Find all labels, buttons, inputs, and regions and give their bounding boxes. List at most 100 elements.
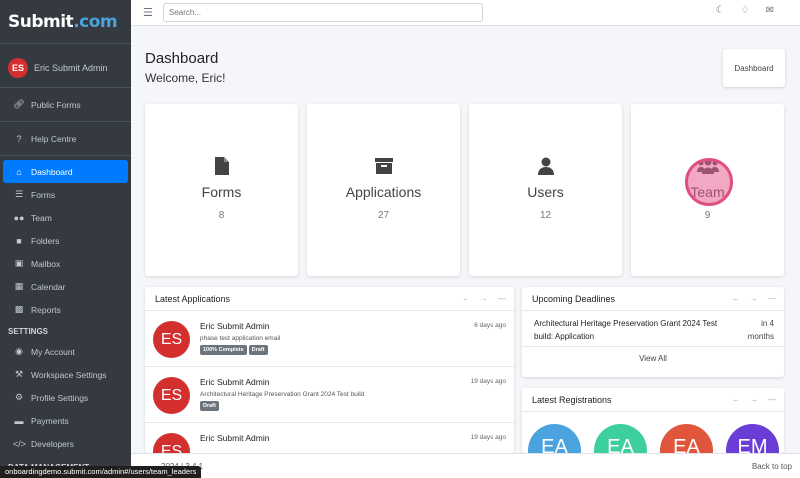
sidebar-item-label: Developers: [31, 438, 74, 449]
calendar-icon: ▦: [14, 281, 24, 291]
code-icon: </>: [13, 438, 27, 449]
sidebar-item-label: Mailbox: [31, 258, 61, 269]
footer: 2024 | 3.4.1 Back to top: [131, 453, 800, 478]
brand-logo[interactable]: Submit.com: [0, 0, 131, 44]
list-item[interactable]: ES Eric Submit Admin phase test applicat…: [145, 311, 514, 367]
archive-icon: [307, 154, 460, 178]
status-badge: Draft: [248, 345, 268, 355]
minus-icon[interactable]: —: [768, 395, 776, 404]
stat-label: Forms: [201, 184, 242, 200]
sidebar-item-public-forms[interactable]: 🔗︎ Public Forms: [3, 93, 128, 116]
user-panel[interactable]: ES Eric Submit Admin: [0, 48, 131, 88]
badges: Draft: [200, 401, 219, 411]
main-content: Dashboard Welcome, Eric! Dashboard Forms…: [131, 27, 800, 453]
sidebar: Submit.com ES Eric Submit Admin 🔗︎ Public…: [0, 0, 131, 478]
stat-card-applications[interactable]: Applications 27: [307, 104, 460, 276]
sidebar-item-label: Help Centre: [31, 133, 77, 144]
avatar: ES: [153, 321, 190, 358]
sidebar-item-label: Calendar: [31, 281, 66, 292]
sidebar-item-payments[interactable]: ▬ Payments: [3, 409, 128, 432]
avatar: ES: [8, 57, 28, 78]
avatar[interactable]: EA: [528, 424, 581, 453]
stat-value: 27: [377, 210, 390, 221]
sidebar-item-label: Public Forms: [31, 99, 81, 110]
minus-icon[interactable]: —: [498, 294, 506, 303]
card-tools: ← → —: [732, 294, 776, 303]
badges: 100% Complete Draft: [200, 345, 268, 355]
arrow-right-icon[interactable]: →: [480, 294, 488, 303]
sidebar-item-forms[interactable]: ☰ Forms: [3, 183, 128, 206]
avatar[interactable]: EM: [726, 424, 779, 453]
moon-icon[interactable]: ☾: [716, 5, 725, 16]
sidebar-item-profile-settings[interactable]: ⚙ Profile Settings: [3, 386, 128, 409]
card-tools: ← → —: [732, 395, 776, 404]
card-title: Latest Applications: [155, 293, 231, 304]
bell-icon[interactable]: ♢: [741, 5, 750, 16]
application-desc: phase test application email: [200, 335, 281, 342]
status-bar-url: onboardingdemo.submit.com/admin#/users/t…: [0, 466, 202, 478]
card-title: Upcoming Deadlines: [532, 293, 616, 304]
sidebar-item-folders[interactable]: ■ Folders: [3, 229, 128, 252]
home-icon: ⌂: [16, 166, 22, 177]
list-item[interactable]: ES Eric Submit Admin Architectural Herit…: [145, 367, 514, 423]
stat-value: 12: [539, 210, 552, 221]
sidebar-item-calendar[interactable]: ▦ Calendar: [3, 275, 128, 298]
card-tools: ← → —: [462, 294, 506, 303]
chart-icon: ▩: [14, 304, 24, 314]
stat-card-forms[interactable]: Forms 8: [145, 104, 298, 276]
search-input[interactable]: [163, 3, 483, 22]
avatar[interactable]: EA: [594, 424, 647, 453]
applicant-name: Eric Submit Admin: [200, 321, 270, 331]
registration-avatars: EA EA EA EM: [522, 412, 784, 453]
arrow-left-icon[interactable]: ←: [732, 395, 740, 404]
sidebar-help: ? Help Centre: [0, 122, 131, 156]
minus-icon[interactable]: —: [768, 294, 776, 303]
brand-name: Submit: [8, 11, 74, 32]
status-badge: 100% Complete: [200, 345, 247, 355]
sidebar-settings-nav: ◉ My Account ⚒ Workspace Settings ⚙ Profile…: [0, 340, 131, 455]
applicant-name: Eric Submit Admin: [200, 377, 270, 387]
view-all-link[interactable]: View All: [522, 347, 784, 369]
list-item[interactable]: ES Eric Submit Admin 19 days ago: [145, 423, 514, 453]
avatar: ES: [153, 377, 190, 414]
card-header: Latest Registrations ← → —: [522, 388, 784, 412]
gear-icon: ⚙: [14, 392, 24, 402]
sidebar-item-mailbox[interactable]: ▣ Mailbox: [3, 252, 128, 275]
welcome-text: Welcome, Eric!: [145, 71, 226, 85]
avatar[interactable]: EA: [660, 424, 713, 453]
menu-toggle-icon[interactable]: ☰: [143, 6, 155, 19]
list-item[interactable]: Architectural Heritage Preservation Gran…: [522, 311, 784, 347]
sidebar-item-workspace-settings[interactable]: ⚒ Workspace Settings: [3, 363, 128, 386]
stat-card-users[interactable]: Users 12: [469, 104, 622, 276]
deadline-when: in 4 months: [747, 319, 774, 341]
arrow-left-icon[interactable]: ←: [732, 294, 740, 303]
sidebar-top-links: 🔗︎ Public Forms: [0, 88, 131, 122]
arrow-left-icon[interactable]: ←: [462, 294, 470, 303]
file-icon: [145, 154, 298, 178]
inbox-icon: ▣: [14, 258, 24, 268]
sidebar-item-label: Folders: [31, 235, 60, 246]
back-to-top-link[interactable]: Back to top: [752, 462, 792, 471]
breadcrumb[interactable]: Dashboard: [723, 49, 785, 87]
sidebar-item-my-account[interactable]: ◉ My Account: [3, 340, 128, 363]
arrow-right-icon[interactable]: →: [750, 294, 758, 303]
avatar: ES: [153, 433, 190, 453]
sidebar-item-team[interactable]: ●● Team: [3, 206, 128, 229]
sidebar-item-label: Reports: [31, 304, 61, 315]
arrow-right-icon[interactable]: →: [750, 395, 758, 404]
sidebar-item-developers[interactable]: </> Developers: [3, 432, 128, 455]
sidebar-item-reports[interactable]: ▩ Reports: [3, 298, 128, 321]
sidebar-item-dashboard[interactable]: ⌂ Dashboard: [3, 160, 128, 183]
sidebar-item-help-centre[interactable]: ? Help Centre: [3, 127, 128, 150]
top-icons: ☾ ♢ ✉: [716, 5, 774, 16]
sidebar-item-label: Forms: [31, 189, 56, 200]
stat-value: 9: [704, 210, 711, 221]
card-header: Upcoming Deadlines ← → —: [522, 287, 784, 311]
settings-header: SETTINGS: [8, 327, 49, 336]
comments-icon[interactable]: ✉: [766, 5, 774, 16]
sidebar-item-label: Workspace Settings: [31, 369, 107, 380]
status-badge: Draft: [200, 401, 219, 411]
applicant-name: Eric Submit Admin: [200, 433, 270, 443]
deadline-title: Architectural Heritage Preservation Gran…: [534, 319, 718, 341]
list-icon: ☰: [14, 189, 24, 199]
